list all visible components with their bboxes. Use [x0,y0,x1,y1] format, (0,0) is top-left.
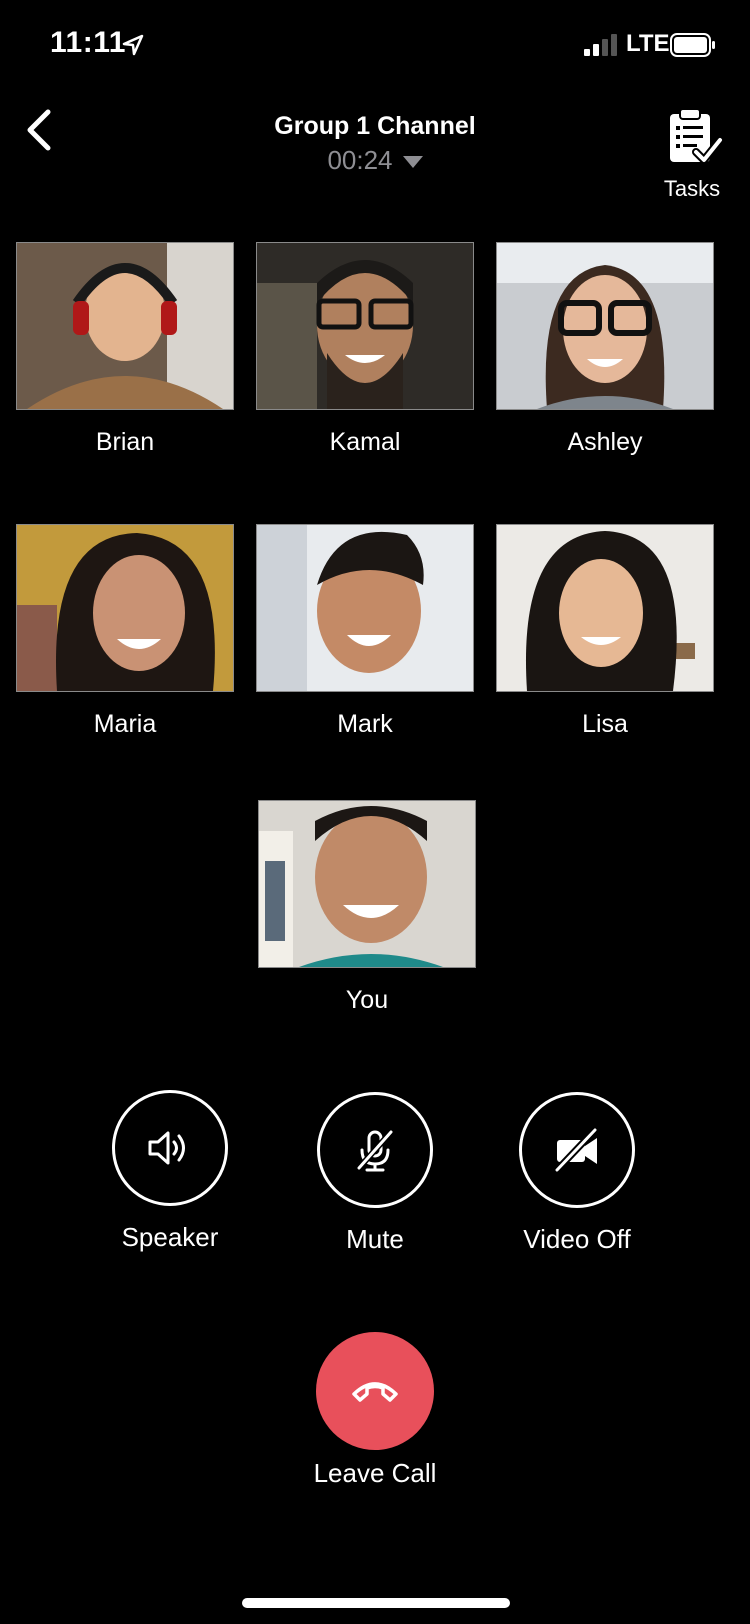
speaker-button[interactable]: Speaker [90,1090,250,1253]
self-video [258,800,476,968]
phone-hangup-icon [352,1382,398,1402]
video-off-label: Video Off [523,1224,631,1254]
participant-name: Lisa [582,710,628,738]
participant-tile-mark[interactable]: Mark [256,524,474,739]
video-off-button[interactable]: Video Off [497,1092,657,1255]
mute-label: Mute [346,1224,404,1254]
mute-button[interactable]: Mute [295,1092,455,1255]
home-indicator[interactable] [242,1598,510,1608]
participant-tile-maria[interactable]: Maria [16,524,234,739]
participant-tile-lisa[interactable]: Lisa [496,524,714,739]
participant-name: Ashley [567,428,643,456]
cellular-signal-icon [584,34,617,56]
status-bar: 11:11 LTE [0,0,750,90]
participant-name: Maria [93,710,157,738]
participant-video [16,242,234,410]
participant-name: Kamal [329,428,401,456]
participant-tile-ashley[interactable]: Ashley [496,242,714,457]
participant-name: Brian [95,428,155,456]
participant-video [256,524,474,692]
call-duration-toggle[interactable]: 00:24 [275,145,475,176]
call-duration: 00:24 [327,145,393,175]
status-time: 11:11 [50,26,126,59]
tasks-button[interactable]: Tasks [655,106,735,206]
speaker-icon [148,1131,185,1165]
participant-name: You [345,986,389,1014]
leave-call-label: Leave Call [313,1458,437,1488]
caret-down-icon [402,156,423,169]
participant-tile-brian[interactable]: Brian [16,242,234,457]
clipboard-check-icon [670,108,724,164]
participant-tile-you[interactable]: You [258,800,476,1015]
microphone-off-icon [356,1130,394,1172]
video-camera-off-icon [554,1127,598,1173]
battery-icon [670,33,715,57]
participant-video [496,242,714,410]
speaker-label: Speaker [121,1222,219,1252]
location-arrow-icon [122,34,144,56]
network-type: LTE [626,30,670,57]
participant-tile-kamal[interactable]: Kamal [256,242,474,457]
back-button[interactable] [18,102,78,162]
leave-call-button[interactable]: Leave Call [300,1332,450,1489]
participant-video [16,524,234,692]
participant-video [256,242,474,410]
participant-video [496,524,714,692]
participant-name: Mark [337,710,393,738]
channel-title: Group 1 Channel [274,112,476,140]
chevron-left-icon [27,109,51,151]
tasks-label: Tasks [663,176,721,201]
